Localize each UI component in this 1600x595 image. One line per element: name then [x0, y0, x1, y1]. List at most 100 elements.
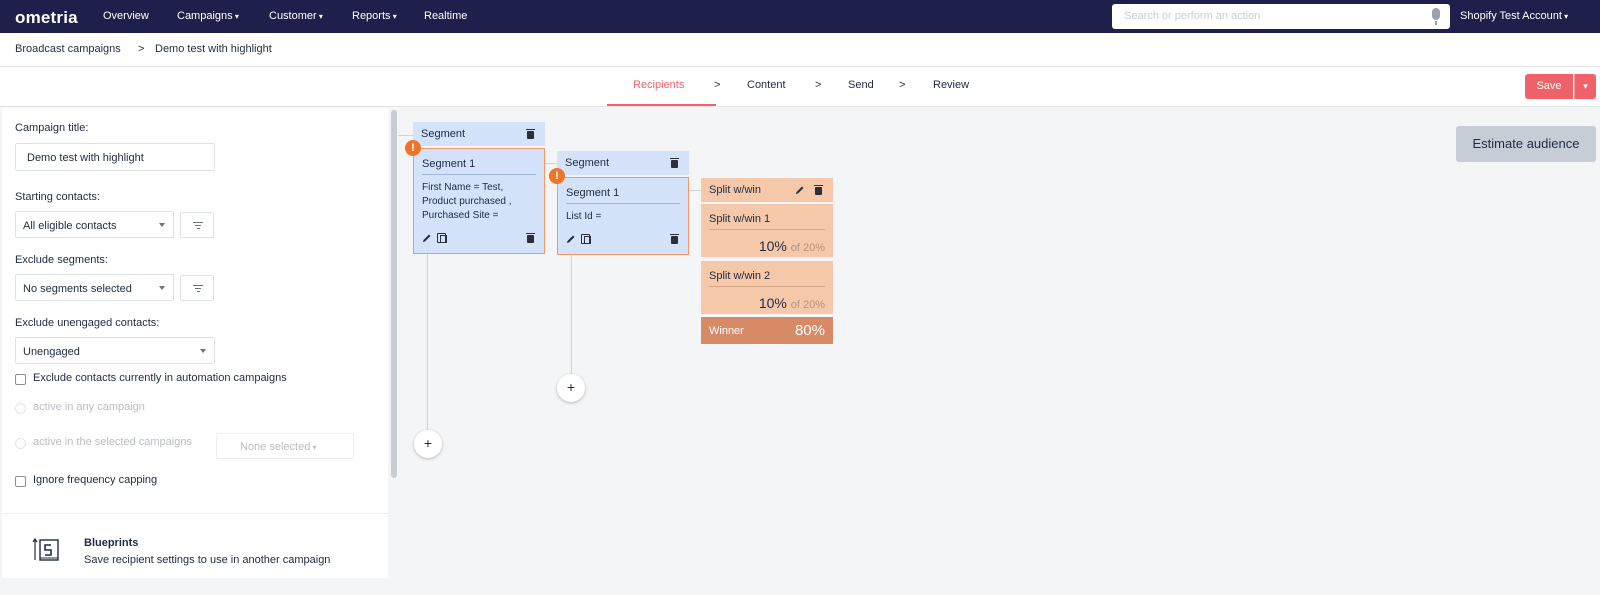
warning-icon[interactable]: !: [549, 168, 565, 184]
segment-a-card[interactable]: Segment 1 First Name = Test, Product pur…: [413, 148, 545, 254]
step-separator: >: [899, 79, 906, 91]
blueprint-icon: [32, 537, 59, 561]
split-variant-share: 10%: [758, 238, 787, 254]
segment-a-header[interactable]: Segment: [413, 122, 545, 146]
starting-contacts-label: Starting contacts:: [15, 191, 100, 203]
panel-divider: [2, 513, 388, 514]
save-options-button[interactable]: ▾: [1574, 74, 1596, 99]
panel-scrollbar[interactable]: [391, 110, 397, 478]
warning-icon[interactable]: !: [405, 140, 421, 156]
starting-contacts-select[interactable]: All eligible contacts: [15, 211, 174, 238]
split-header[interactable]: Split w/win: [701, 178, 833, 202]
filter-icon: [193, 222, 203, 230]
microphone-icon[interactable]: [1432, 8, 1440, 25]
exclude-segments-filter-button[interactable]: [180, 275, 214, 301]
selected-campaigns-select[interactable]: None selected: [216, 433, 354, 459]
delete-segment-icon[interactable]: [670, 158, 679, 168]
campaign-title-value: Demo test with highlight: [27, 152, 144, 164]
step-send[interactable]: Send: [848, 79, 874, 91]
segment-condition: Purchased Site =: [422, 210, 499, 221]
split-variant-2[interactable]: Split w/win 2 10% of 20%: [701, 261, 833, 314]
winner-percent: 80%: [794, 322, 825, 339]
split-variant-title: Split w/win 2: [709, 270, 771, 282]
split-variant-of: of 20%: [790, 242, 825, 254]
segment-b-header[interactable]: Segment: [557, 151, 689, 175]
nav-realtime[interactable]: Realtime: [424, 10, 467, 22]
exclude-segments-label: Exclude segments:: [15, 254, 108, 266]
breadcrumb-current: Demo test with highlight: [155, 43, 272, 55]
breadcrumb-separator: >: [138, 43, 145, 55]
exclude-segments-select[interactable]: No segments selected: [15, 274, 174, 301]
delete-split-icon[interactable]: [814, 185, 823, 195]
split-title-rule: [709, 286, 825, 287]
delete-icon[interactable]: [670, 234, 679, 244]
save-button[interactable]: Save: [1525, 74, 1573, 99]
split-winner[interactable]: Winner 80%: [701, 317, 833, 344]
split-variant-percent: 10% of 20%: [759, 238, 825, 254]
connector-line: [398, 135, 413, 136]
connector-line: [427, 254, 428, 431]
split-variant-1[interactable]: Split w/win 1 10% of 20%: [701, 204, 833, 257]
split-variant-share: 10%: [758, 295, 787, 311]
split-variant-title: Split w/win 1: [709, 213, 771, 225]
segment-title-rule: [422, 174, 536, 175]
nav-overview[interactable]: Overview: [103, 10, 149, 22]
split-header-label: Split w/win: [709, 184, 761, 196]
blueprints-title[interactable]: Blueprints: [84, 537, 138, 549]
active-any-radio[interactable]: [15, 403, 26, 414]
active-selected-radio[interactable]: [15, 438, 26, 449]
breadcrumb: Broadcast campaigns > Demo test with hig…: [0, 33, 1600, 67]
step-content[interactable]: Content: [747, 79, 786, 91]
edit-pencil-icon[interactable]: [795, 185, 805, 195]
split-variant-percent: 10% of 20%: [759, 295, 825, 311]
nav-campaigns[interactable]: Campaigns: [177, 10, 239, 22]
exclude-unengaged-select[interactable]: Unengaged: [15, 337, 215, 364]
ometria-logo[interactable]: ometria: [15, 8, 78, 28]
starting-contacts-filter-button[interactable]: [180, 212, 214, 238]
duplicate-icon[interactable]: [437, 233, 447, 243]
duplicate-icon[interactable]: [581, 234, 591, 244]
nav-reports[interactable]: Reports: [352, 10, 397, 22]
search-placeholder: Search or perform an action: [1124, 10, 1261, 22]
selected-campaigns-value: None selected: [240, 441, 317, 453]
estimate-audience-button[interactable]: Estimate audience: [1456, 126, 1596, 162]
split-variant-of: of 20%: [790, 299, 825, 311]
ignore-frequency-checkbox[interactable]: [15, 476, 26, 487]
delete-icon[interactable]: [526, 233, 535, 243]
step-review[interactable]: Review: [933, 79, 969, 91]
edit-pencil-icon[interactable]: [422, 233, 432, 243]
ignore-frequency-label: Ignore frequency capping: [33, 474, 158, 486]
edit-pencil-icon[interactable]: [566, 234, 576, 244]
segment-title-rule: [566, 203, 680, 204]
split-title-rule: [709, 229, 825, 230]
starting-contacts-value: All eligible contacts: [23, 220, 117, 232]
segment-a-conditions: First Name = Test, Product purchased , P…: [422, 181, 512, 223]
step-separator: >: [815, 79, 822, 91]
connector-line: [571, 254, 572, 375]
segment-a-title: Segment 1: [422, 158, 476, 170]
segment-b-conditions: List Id =: [566, 210, 601, 224]
search-input[interactable]: Search or perform an action: [1112, 4, 1450, 29]
exclude-automation-checkbox[interactable]: [15, 374, 26, 385]
top-navigation: ometria Overview Campaigns Customer Repo…: [0, 0, 1600, 33]
segment-condition: List Id =: [566, 211, 602, 222]
segment-b-card[interactable]: Segment 1 List Id =: [557, 177, 689, 255]
add-node-button[interactable]: +: [414, 430, 442, 458]
breadcrumb-parent[interactable]: Broadcast campaigns: [15, 43, 121, 55]
campaign-title-input[interactable]: Demo test with highlight: [15, 143, 215, 171]
segment-condition: Product purchased ,: [422, 196, 512, 207]
active-step-indicator: [607, 104, 716, 106]
filter-icon: [193, 285, 203, 293]
segment-condition: First Name = Test,: [422, 182, 504, 193]
campaign-title-label: Campaign title:: [15, 122, 89, 134]
segment-b-title: Segment 1: [566, 187, 620, 199]
exclude-segments-value: No segments selected: [23, 283, 132, 295]
nav-customer[interactable]: Customer: [269, 10, 323, 22]
account-menu[interactable]: Shopify Test Account: [1460, 10, 1568, 22]
segment-b-header-label: Segment: [565, 157, 610, 169]
add-node-button[interactable]: +: [557, 374, 585, 402]
active-any-label: active in any campaign: [33, 401, 145, 413]
step-recipients[interactable]: Recipients: [633, 79, 684, 91]
connector-line: [689, 190, 701, 191]
delete-segment-icon[interactable]: [526, 129, 535, 139]
